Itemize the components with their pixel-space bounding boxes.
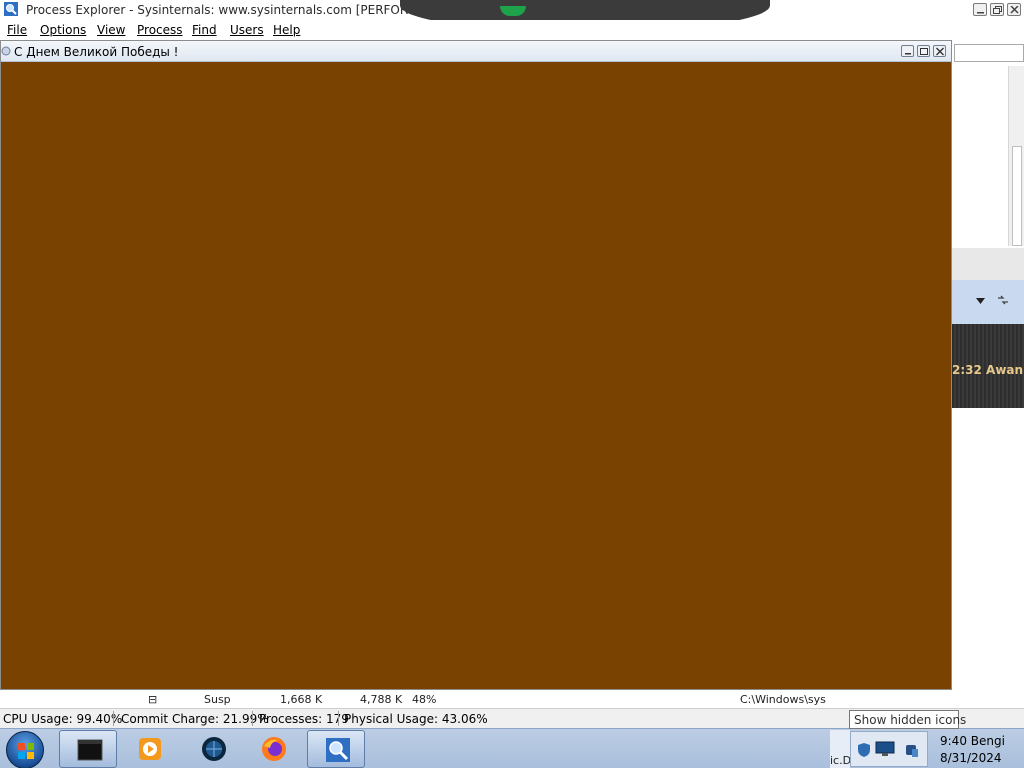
row-working-set: 4,788 K [360, 693, 403, 706]
minimize-icon [977, 12, 984, 14]
scrollbar-thumb[interactable] [1012, 146, 1022, 246]
background-toolbar [952, 248, 1024, 282]
close-icon [1010, 6, 1019, 14]
child-minimize-button[interactable] [901, 45, 914, 57]
window-title: Process Explorer - Sysinternals: www.sys… [26, 3, 456, 17]
close-button[interactable] [1007, 3, 1021, 16]
sync-icon[interactable] [996, 294, 1010, 306]
network-icon[interactable] [903, 741, 921, 759]
cpu-usage-status: CPU Usage: 99.40% [3, 712, 123, 726]
tooltip: Show hidden icons [849, 710, 966, 729]
row-path: C:\Windows\sys [740, 693, 826, 706]
taskbar-media-player-button[interactable] [120, 730, 178, 768]
windows-logo-icon [18, 743, 34, 759]
row-private-bytes: 1,668 K [280, 693, 323, 706]
window-icon [1, 46, 11, 56]
child-window-title: С Днем Великой Победы ! [14, 45, 179, 59]
menu-bar: File Options View Process Find Users Hel… [0, 20, 1024, 40]
close-icon [936, 47, 944, 56]
child-close-button[interactable] [933, 45, 946, 57]
firefox-icon [262, 737, 286, 761]
monitor-icon[interactable] [875, 741, 895, 757]
taskbar-terminal-button[interactable] [59, 730, 117, 768]
processes-status: Processes: 179 [259, 712, 349, 726]
media-player-icon [139, 738, 161, 760]
background-window: 2:32 Awan Si [952, 40, 1024, 690]
maximize-icon [920, 48, 928, 55]
taskbar-process-explorer-button[interactable] [307, 730, 365, 768]
clock-date: 8/31/2024 [940, 751, 1002, 765]
row-expander-icon[interactable]: ⊟ [148, 693, 157, 706]
status-divider [338, 711, 339, 726]
menu-process[interactable]: Process [137, 23, 183, 37]
table-row[interactable]: ⊟ Susp 1,668 K 4,788 K 48% C:\Windows\sy… [0, 690, 1024, 708]
menu-file[interactable]: File [7, 23, 27, 37]
restore-icon [993, 6, 1002, 14]
child-window: С Днем Великой Победы ! [0, 40, 952, 690]
background-header [952, 280, 1024, 324]
menu-help[interactable]: Help [273, 23, 300, 37]
menu-options[interactable]: Options [40, 23, 86, 37]
physical-usage-status: Physical Usage: 43.06% [344, 712, 488, 726]
globe-icon [202, 737, 226, 761]
taskbar-firefox-button[interactable] [244, 730, 302, 768]
menu-find[interactable]: Find [192, 23, 217, 37]
title-bar: Process Explorer - Sysinternals: www.sys… [0, 0, 1024, 32]
process-explorer-icon [4, 2, 18, 16]
status-divider [113, 711, 114, 726]
child-title-bar: С Днем Великой Победы ! [1, 41, 951, 62]
terminal-icon [77, 739, 103, 761]
taskbar: ic.D 9:40 Bengi 8/31/2024 [0, 728, 1024, 768]
menu-users[interactable]: Users [230, 23, 264, 37]
clock-time: 9:40 Bengi [940, 734, 1005, 748]
taskbar-overflow-item[interactable]: ic.D [830, 730, 852, 768]
shield-icon[interactable] [857, 742, 871, 758]
minimize-button[interactable] [973, 3, 987, 16]
start-button[interactable] [6, 731, 44, 768]
notification-area[interactable] [850, 731, 928, 767]
process-explorer-icon [326, 738, 350, 762]
status-divider [252, 711, 253, 726]
vertical-scrollbar[interactable] [1008, 66, 1024, 246]
taskbar-globe-browser-button[interactable] [184, 730, 242, 768]
commit-charge-status: Commit Charge: 21.99% [121, 712, 269, 726]
restore-button[interactable] [990, 3, 1004, 16]
child-window-content [1, 63, 951, 689]
menu-view[interactable]: View [97, 23, 125, 37]
row-process-name: Susp [204, 693, 231, 706]
system-clock[interactable]: 9:40 Bengi 8/31/2024 [930, 731, 1024, 767]
chevron-down-icon[interactable] [976, 298, 985, 304]
background-media-text: 2:32 Awan Si [952, 363, 1024, 377]
background-input [954, 44, 1024, 62]
row-percent: 48% [412, 693, 437, 706]
minimize-icon [905, 53, 911, 55]
overflow-item-label: ic.D [830, 754, 852, 767]
child-maximize-button[interactable] [917, 45, 930, 57]
